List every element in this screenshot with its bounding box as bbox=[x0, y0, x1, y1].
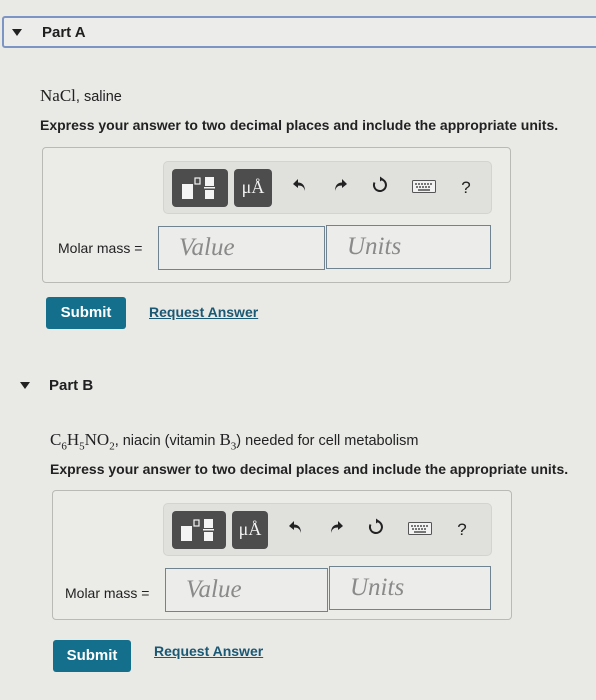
undo-icon[interactable] bbox=[284, 177, 316, 198]
request-answer-link[interactable]: Request Answer bbox=[154, 643, 263, 659]
submit-button[interactable]: Submit bbox=[46, 297, 126, 329]
part-a-answer-box: μÅ ? Molar mass = Value Units bbox=[42, 147, 511, 283]
help-icon[interactable]: ? bbox=[450, 178, 482, 198]
templates-icon bbox=[182, 176, 215, 199]
submit-button[interactable]: Submit bbox=[53, 640, 131, 672]
part-b-title: Part B bbox=[49, 376, 94, 394]
collapse-caret-icon[interactable] bbox=[12, 28, 22, 36]
units-button[interactable]: μÅ bbox=[232, 510, 268, 549]
molar-mass-label: Molar mass = bbox=[58, 240, 143, 256]
keyboard-icon[interactable] bbox=[408, 178, 440, 198]
part-b-question: C6H5NO2, niacin (vitamin B3) needed for … bbox=[50, 430, 419, 453]
units-input[interactable]: Units bbox=[326, 225, 491, 269]
request-answer-link[interactable]: Request Answer bbox=[149, 304, 258, 320]
reset-icon[interactable] bbox=[360, 518, 392, 541]
reset-icon[interactable] bbox=[364, 176, 396, 199]
part-b-header[interactable]: Part B bbox=[0, 360, 596, 410]
part-a-title: Part A bbox=[42, 23, 86, 41]
help-icon[interactable]: ? bbox=[446, 520, 478, 540]
templates-button[interactable] bbox=[172, 168, 228, 207]
part-a-question: NaCl, saline bbox=[40, 86, 122, 105]
part-b-answer-box: μÅ ? Molar mass = Value Units bbox=[52, 490, 512, 620]
units-icon: μÅ bbox=[241, 177, 265, 197]
redo-icon[interactable] bbox=[324, 177, 356, 198]
part-a-header[interactable]: Part A bbox=[2, 16, 596, 48]
part-b-instructions: Express your answer to two decimal place… bbox=[50, 461, 569, 477]
value-input[interactable]: Value bbox=[165, 568, 328, 612]
value-input[interactable]: Value bbox=[158, 226, 325, 270]
units-input[interactable]: Units bbox=[329, 566, 491, 610]
units-icon: μÅ bbox=[238, 519, 262, 539]
redo-icon[interactable] bbox=[320, 519, 352, 540]
templates-icon bbox=[181, 518, 214, 541]
math-toolbar: μÅ ? bbox=[163, 161, 492, 214]
keyboard-icon[interactable] bbox=[404, 520, 436, 540]
units-button[interactable]: μÅ bbox=[234, 168, 272, 207]
formula: NaCl bbox=[40, 86, 76, 105]
undo-icon[interactable] bbox=[280, 519, 312, 540]
math-toolbar: μÅ ? bbox=[163, 503, 492, 556]
formula: C6H5NO2 bbox=[50, 430, 115, 453]
collapse-caret-icon[interactable] bbox=[20, 381, 30, 389]
part-a-instructions: Express your answer to two decimal place… bbox=[40, 117, 559, 133]
templates-button[interactable] bbox=[172, 510, 226, 549]
molar-mass-label: Molar mass = bbox=[65, 585, 150, 601]
